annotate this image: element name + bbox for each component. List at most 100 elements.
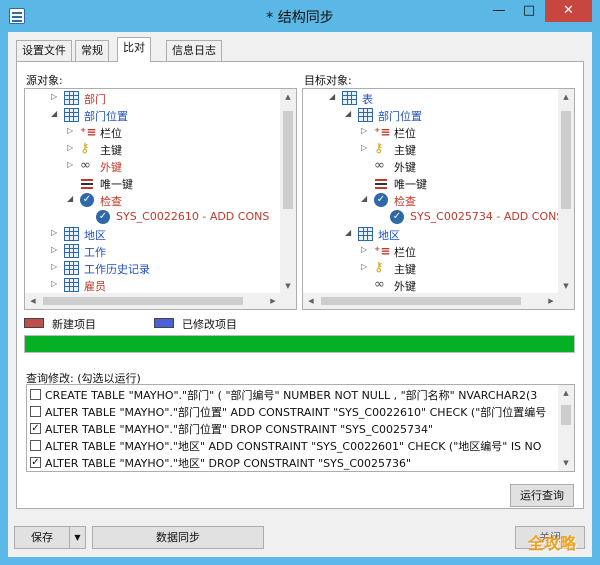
target-tree-hscrollbar[interactable]: ◀ ▶ [303, 293, 559, 309]
collapse-icon[interactable]: ◢ [67, 194, 77, 203]
scroll-right-icon[interactable]: ▶ [265, 293, 281, 309]
tree-node-label: SYS_C0022610 - ADD CONS [116, 210, 270, 223]
expand-icon[interactable]: ▷ [51, 92, 61, 101]
unique-icon [374, 176, 389, 190]
tree-node-label: 工作 [84, 246, 106, 259]
tree-node[interactable]: ◢ 地区 [303, 226, 559, 243]
source-tree[interactable]: ▷ 雇员 ▷ 工作历史记录 ▷ 工作 ▷ 地区 ✓ SYS_C0022610 - ADD CONS… [24, 88, 297, 310]
expand-icon[interactable]: ▷ [361, 143, 371, 152]
tree-node[interactable]: ▷ ⚷ 主键 [303, 260, 559, 277]
query-row[interactable]: ALTER TABLE "MAYHO"."地区" ADD CONSTRAINT … [30, 437, 560, 454]
query-row[interactable]: ✓ ALTER TABLE "MAYHO"."地区" DROP CONSTRAIN… [30, 454, 560, 471]
expand-icon[interactable]: ▷ [361, 262, 371, 271]
query-row[interactable]: CREATE TABLE "MAYHO"."部门" ( "部门编号" NUMBE… [30, 386, 560, 403]
query-checkbox[interactable] [30, 440, 41, 451]
unique-icon [80, 176, 95, 190]
scroll-up-icon[interactable]: ▲ [558, 385, 574, 401]
tree-node[interactable]: ▷ ⚷ 主键 [25, 141, 281, 158]
tree-node[interactable]: ▷ ⁺≡ 栏位 [25, 124, 281, 141]
tree-node[interactable]: ◢ ✓ 检查 [25, 192, 281, 209]
collapse-icon[interactable]: ◢ [51, 109, 61, 118]
tree-node-label: SYS_C0025734 - ADD CONS [410, 210, 564, 223]
query-checkbox[interactable]: ✓ [30, 457, 41, 468]
query-checkbox[interactable] [30, 406, 41, 417]
close-window-button[interactable]: ✕ [545, 0, 592, 22]
scroll-down-icon[interactable]: ▼ [280, 278, 296, 294]
tree-node[interactable]: ▷ ⁺≡ 栏位 [303, 124, 559, 141]
scroll-thumb[interactable] [561, 111, 571, 209]
minimize-button[interactable]: — [484, 0, 514, 22]
tree-node[interactable]: ▷ 工作 [25, 243, 281, 260]
query-row[interactable]: ✓ ALTER TABLE "MAYHO"."部门位置" DROP CONSTRA… [30, 420, 560, 437]
scroll-left-icon[interactable]: ◀ [303, 293, 319, 309]
query-list[interactable]: ✓ ALTER TABLE "MAYHO"."地区" DROP CONSTRAIN… [26, 384, 575, 472]
expand-icon[interactable]: ▷ [51, 245, 61, 254]
source-tree-hscrollbar[interactable]: ◀ ▶ [25, 293, 281, 309]
tree-node[interactable]: ◢ 部门位置 [25, 107, 281, 124]
tab-general[interactable]: 常规 [75, 40, 109, 61]
scroll-down-icon[interactable]: ▼ [558, 278, 574, 294]
tree-node[interactable]: ▷ 地区 [25, 226, 281, 243]
query-checkbox[interactable]: ✓ [30, 423, 41, 434]
scroll-down-icon[interactable]: ▼ [558, 455, 574, 471]
window: * 结构同步 — □ ✕ 设置文件 常规 比对 信息日志 源对象: 目标对象: … [0, 0, 600, 565]
tree-node-label: 表 [362, 93, 373, 106]
collapse-icon[interactable]: ◢ [361, 194, 371, 203]
expand-icon[interactable]: ▷ [51, 228, 61, 237]
tab-compare[interactable]: 比对 [117, 37, 151, 62]
run-query-button[interactable]: 运行查询 [510, 484, 574, 507]
expand-icon[interactable]: ▷ [51, 279, 61, 288]
scroll-up-icon[interactable]: ▲ [558, 89, 574, 105]
tree-node-label: 主键 [394, 263, 416, 276]
query-row[interactable]: ALTER TABLE "MAYHO"."部门位置" ADD CONSTRAIN… [30, 403, 560, 420]
tree-node[interactable]: ✓ SYS_C0025734 - ADD CONS [303, 209, 563, 226]
expand-icon[interactable]: ▷ [67, 160, 77, 169]
tree-node[interactable]: 唯一键 [303, 175, 559, 192]
data-sync-button[interactable]: 数据同步 [92, 526, 264, 549]
scroll-thumb[interactable] [321, 297, 521, 305]
expand-icon[interactable]: ▷ [361, 245, 371, 254]
scroll-thumb[interactable] [43, 297, 243, 305]
source-tree-vscrollbar[interactable]: ▲ ▼ [280, 89, 296, 294]
tree-node-label: 主键 [100, 144, 122, 157]
tree-node[interactable]: ∞ 外键 [303, 277, 559, 294]
key-icon: ⚷ [80, 141, 90, 156]
scroll-thumb[interactable] [283, 111, 293, 209]
tree-node[interactable]: ▷ ∞ 外键 [25, 158, 281, 175]
query-list-vscrollbar[interactable]: ▲ ▼ [558, 385, 574, 471]
tree-node[interactable]: 唯一键 [25, 175, 281, 192]
tree-node[interactable]: ▷ 工作历史记录 [25, 260, 281, 277]
query-checkbox[interactable] [30, 389, 41, 400]
tab-settings-file[interactable]: 设置文件 [16, 40, 72, 61]
tree-node-label: 工作历史记录 [84, 263, 150, 276]
tree-node[interactable]: ▷ 部门 [25, 90, 281, 107]
scroll-left-icon[interactable]: ◀ [25, 293, 41, 309]
columns-icon: ⁺≡ [374, 125, 391, 139]
tree-node[interactable]: ▷ 雇员 [25, 277, 281, 294]
tab-message-log[interactable]: 信息日志 [166, 40, 222, 61]
collapse-icon[interactable]: ◢ [329, 92, 339, 101]
tree-node[interactable]: ◢ ✓ 检查 [303, 192, 559, 209]
chevron-down-icon[interactable]: ▼ [69, 527, 85, 548]
collapse-icon[interactable]: ◢ [345, 228, 355, 237]
tree-node[interactable]: ∞ 外键 [303, 158, 559, 175]
expand-icon[interactable]: ▷ [67, 143, 77, 152]
tree-node[interactable]: ◢ 部门位置 [303, 107, 559, 124]
expand-icon[interactable]: ▷ [361, 126, 371, 135]
target-tree[interactable]: ∞ 外键 ▷ ⚷ 主键 ▷ ⁺≡ 栏位 ◢ 地区 ✓ SYS_C0025734 - ADD CONS ◢… [302, 88, 575, 310]
tree-node[interactable]: ▷ ⚷ 主键 [303, 141, 559, 158]
table-icon [342, 91, 357, 105]
save-button[interactable]: 保存 ▼ [14, 526, 86, 549]
tree-node[interactable]: ✓ SYS_C0022610 - ADD CONS [25, 209, 281, 226]
link-icon: ∞ [374, 277, 385, 292]
scroll-thumb[interactable] [561, 405, 571, 425]
collapse-icon[interactable]: ◢ [345, 109, 355, 118]
maximize-button[interactable]: □ [514, 0, 544, 22]
target-tree-vscrollbar[interactable]: ▲ ▼ [558, 89, 574, 294]
scroll-up-icon[interactable]: ▲ [280, 89, 296, 105]
tree-node[interactable]: ◢ 表 [303, 90, 559, 107]
expand-icon[interactable]: ▷ [67, 126, 77, 135]
tree-node[interactable]: ▷ ⁺≡ 栏位 [303, 243, 559, 260]
scroll-right-icon[interactable]: ▶ [543, 293, 559, 309]
expand-icon[interactable]: ▷ [51, 262, 61, 271]
